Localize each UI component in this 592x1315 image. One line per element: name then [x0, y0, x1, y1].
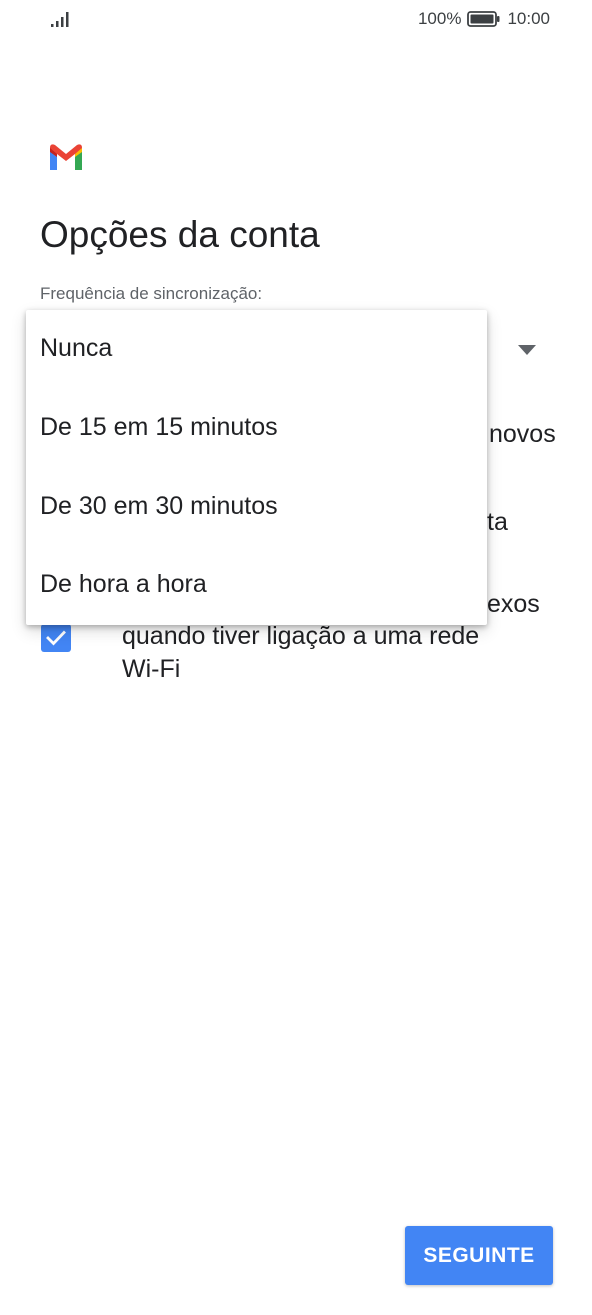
menu-item-never[interactable]: Nunca — [40, 334, 112, 363]
option-sync-fragment[interactable]: ta — [487, 508, 508, 537]
menu-item-hourly[interactable]: De hora a hora — [40, 570, 207, 599]
menu-item-30-minutes[interactable]: De 30 em 30 minutos — [40, 492, 278, 521]
option-attachments-line3[interactable]: Wi-Fi — [122, 655, 180, 684]
dropdown-arrow-icon[interactable] — [518, 345, 536, 355]
option-attachments-fragment[interactable]: exos — [487, 590, 540, 619]
battery-percent: 100% — [417, 9, 462, 28]
option-attachments-line2[interactable]: quando tiver ligação a uma rede — [122, 622, 479, 651]
signal-strength-icon — [51, 12, 69, 27]
clock: 10:00 — [507, 9, 550, 28]
sync-frequency-label: Frequência de sincronização: — [40, 284, 263, 303]
status-bar: 100% 10:00 — [0, 0, 592, 40]
status-right: 100% 10:00 — [418, 9, 550, 29]
option-new-email-fragment[interactable]: novos — [489, 420, 556, 449]
gmail-logo-icon — [50, 144, 82, 170]
battery-icon — [467, 11, 500, 27]
next-button[interactable]: SEGUINTE — [405, 1226, 553, 1285]
sync-frequency-menu: Nunca De 15 em 15 minutos De 30 em 30 mi… — [26, 310, 487, 625]
checkmark-icon — [46, 630, 66, 646]
attachments-wifi-checkbox[interactable] — [41, 624, 71, 652]
page-title: Opções da conta — [40, 214, 320, 255]
menu-item-15-minutes[interactable]: De 15 em 15 minutos — [40, 413, 278, 442]
